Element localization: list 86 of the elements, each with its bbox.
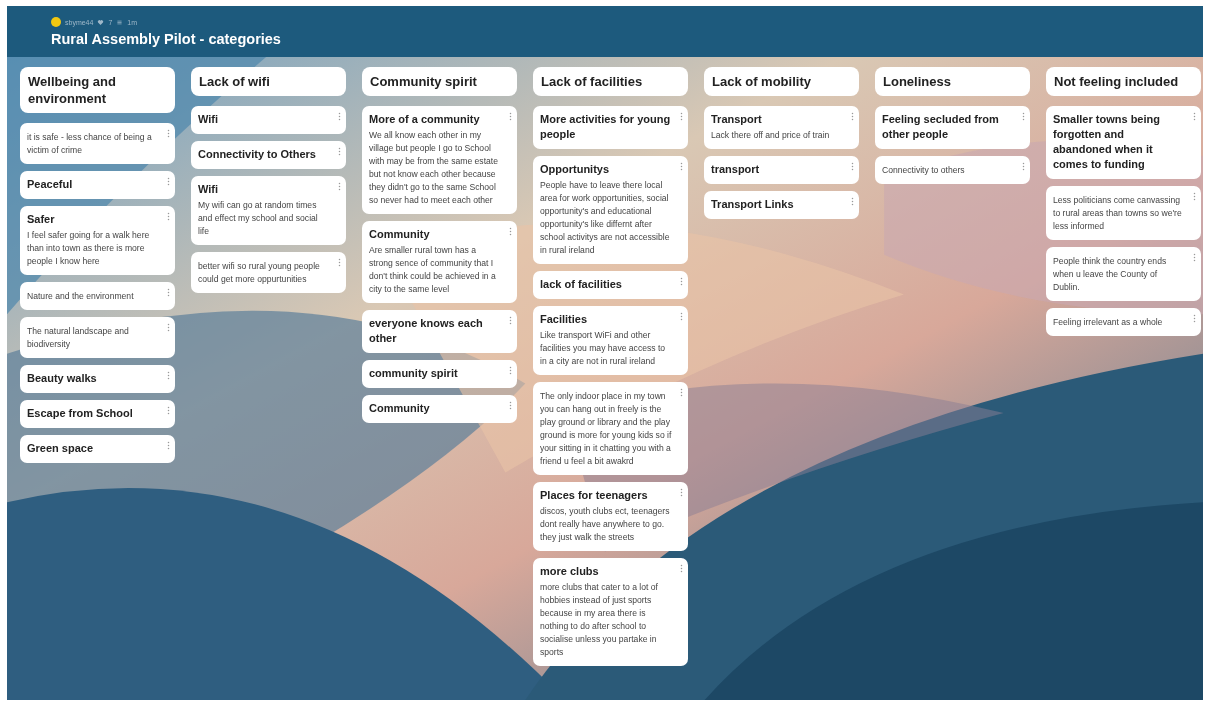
post-subject: Safer xyxy=(27,212,56,227)
post-card[interactable]: better wifi so rural young people could get more oppurtunities xyxy=(191,252,346,293)
post-card[interactable]: The natural landscape and biodiversity xyxy=(20,317,175,358)
post-card[interactable]: more clubs more clubs that cater to a lot of hobbies instead of just sports because in my area there is nothing to do after school to socialise unless you partake in sports xyxy=(533,558,688,666)
post-body: Are smaller rural town has a strong sence of community that I don't think could be achieved in a city to the same level xyxy=(369,244,497,296)
post-subject: Community xyxy=(369,401,431,416)
post-body: We all know each other in my village but people I go to School with may be from the same estate but not know each other because they didn't go to the same School so never had to meet each other xyxy=(369,129,499,207)
post-subject: Wifi xyxy=(198,182,220,197)
post-body: Less politicians come canvassing to rural areas than towns so we're less informed xyxy=(1053,194,1183,233)
post-body: more clubs that cater to a lot of hobbies instead of just sports because in my area there is nothing to do after school to socialise unless you partake in sports xyxy=(540,581,659,659)
post-body: Nature and the environment xyxy=(27,290,135,303)
post-subject: more clubs xyxy=(540,564,600,579)
post-card[interactable]: Nature and the environment xyxy=(20,282,175,310)
post-body: it is safe - less chance of being a victim of crime xyxy=(27,131,153,157)
post-card[interactable] xyxy=(533,382,688,475)
post-body: better wifi so rural young people could get more oppurtunities xyxy=(198,260,321,286)
post-card[interactable]: everyone knows each other xyxy=(362,310,517,353)
post-card[interactable]: Safer I feel safer going for a walk here than into town as there is more people I know here xyxy=(20,206,175,275)
post-subject: community spirit xyxy=(369,366,459,381)
post-body: Lack there off and price of train xyxy=(711,129,831,142)
post-card[interactable]: Facilities Like transport WiFi and other facilities you may have access to in a city are not in rural ireland xyxy=(533,306,688,375)
post-body: Connectivity to others xyxy=(882,164,966,177)
post-body: Like transport WiFi and other facilities you may have access to in a city are not in rural ireland xyxy=(540,329,667,368)
post-subject: Connectivity to Others xyxy=(198,147,317,162)
post-body: discos, youth clubs ect, teenagers dont really have anywhere to go. they just walk the streets xyxy=(540,505,671,544)
post-card[interactable]: Green space xyxy=(20,435,175,463)
post-card[interactable]: Transport Lack there off and price of train xyxy=(704,106,859,149)
post-subject: lack of facilities xyxy=(540,277,623,292)
column-header: Lack of wifi xyxy=(191,67,346,96)
post-subject: Escape from School xyxy=(27,406,134,421)
post-body: The only indoor place in my town you can hang out in freely is the play ground or library and the play ground is more for young kids so if your sitting in it chatting you with a friend u feel a bit awakrd xyxy=(540,390,672,468)
board-title: Rural Assembly Pilot - categories xyxy=(51,31,282,47)
post-card[interactable]: Escape from School xyxy=(20,400,175,428)
column-header: Lack of facilities xyxy=(533,67,688,96)
post-card[interactable]: lack of facilities xyxy=(533,271,688,299)
post-card[interactable]: community spirit xyxy=(362,360,517,388)
post-card[interactable]: Places for teenagers discos, youth clubs ect, teenagers dont really have anywhere to go. they just walk the streets xyxy=(533,482,688,551)
column-header: Lack of mobility xyxy=(704,67,859,96)
post-subject: Peaceful xyxy=(27,177,74,192)
post-subject: transport xyxy=(711,162,761,177)
post-body: I feel safer going for a walk here than into town as there is more people I know here xyxy=(27,229,151,268)
post-subject: everyone knows each other xyxy=(369,316,484,346)
post-card[interactable]: Feeling secluded from other people xyxy=(875,106,1030,149)
post-body: The natural landscape and biodiversity xyxy=(27,325,130,351)
column-header: Not feeling included xyxy=(1046,67,1201,96)
post-body: People think the country ends when u leave the County of Dublin. xyxy=(1053,255,1168,294)
post-card[interactable]: Smaller towns being forgotten and abandoned when it comes to funding xyxy=(1046,106,1201,179)
post-subject: Facilities xyxy=(540,312,589,327)
post-subject: More activities for young people xyxy=(540,112,672,142)
post-card[interactable]: Community xyxy=(362,395,517,423)
avatar-icon xyxy=(51,17,61,27)
post-card[interactable]: People think the country ends when u leave the County of Dublin. xyxy=(1046,247,1201,301)
post-subject: More of a community xyxy=(369,112,481,127)
list-icon xyxy=(116,18,124,26)
post-card[interactable]: Wifi My wifi can go at random times and effect my school and social life xyxy=(191,176,346,245)
post-subject: Transport Links xyxy=(711,197,795,212)
post-subject: Community xyxy=(369,227,431,242)
post-body: Feeling irrelevant as a whole xyxy=(1053,316,1164,329)
post-subject: Smaller towns being forgotten and abandoned when it comes to funding xyxy=(1053,112,1161,172)
column-header: Wellbeing and environment xyxy=(20,67,175,113)
post-card[interactable] xyxy=(362,106,517,214)
heart-icon xyxy=(97,18,105,26)
post-card[interactable]: More activities for young people xyxy=(533,106,688,149)
post-card[interactable]: Connectivity to Others xyxy=(191,141,346,169)
post-card[interactable]: it is safe - less chance of being a victim of crime xyxy=(20,123,175,164)
post-card[interactable]: Wifi xyxy=(191,106,346,134)
post-card[interactable]: Transport Links xyxy=(704,191,859,219)
column-header: Community spirit xyxy=(362,67,517,96)
post-subject: Places for teenagers xyxy=(540,488,649,503)
post-subject: Beauty walks xyxy=(27,371,98,386)
post-subject: Transport xyxy=(711,112,763,127)
post-card[interactable]: transport xyxy=(704,156,859,184)
post-subject: Opportunitys xyxy=(540,162,611,177)
post-subject: Feeling secluded from other people xyxy=(882,112,1000,142)
column-header: Loneliness xyxy=(875,67,1030,96)
post-card[interactable]: Community Are smaller rural town has a strong sence of community that I don't think could be achieved in a city to the same level xyxy=(362,221,517,303)
post-body: People have to leave there local area for work opportunities, social opportunity's and educational opportunity's like differnt after school activitys are not accessible in rural ireland xyxy=(540,179,671,257)
post-subject: Wifi xyxy=(198,112,220,127)
post-body: My wifi can go at random times and effect my school and social life xyxy=(198,199,319,238)
post-card[interactable]: Connectivity to others xyxy=(875,156,1030,184)
post-card[interactable]: Opportunitys People have to leave there local area for work opportunities, social opportunity's and educational opportunity's like differnt after school activitys are not accessible in rural ireland xyxy=(533,156,688,264)
post-subject: Green space xyxy=(27,441,95,456)
post-card[interactable]: Less politicians come canvassing to rural areas than towns so we're less informed xyxy=(1046,186,1201,240)
post-card[interactable]: Beauty walks xyxy=(20,365,175,393)
post-card[interactable]: Feeling irrelevant as a whole xyxy=(1046,308,1201,336)
post-card[interactable]: Peaceful xyxy=(20,171,175,199)
